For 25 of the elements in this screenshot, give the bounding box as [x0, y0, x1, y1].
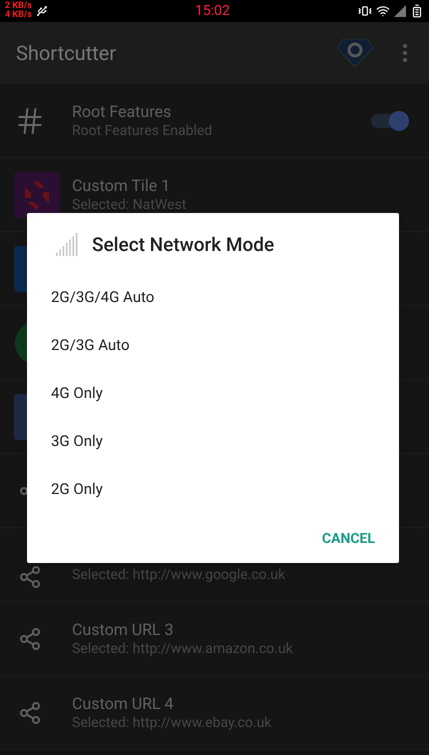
share-icon	[18, 700, 42, 724]
app-title: Shortcutter	[16, 40, 116, 67]
network-option[interactable]: 2G Only	[27, 465, 399, 513]
download-speed: 4 KB/s	[5, 11, 32, 20]
row-title: Custom Tile 1	[72, 176, 172, 196]
row-title: Custom URL 3	[72, 620, 175, 640]
clock: 15:02	[195, 3, 230, 19]
network-option[interactable]: 2G/3G/4G Auto	[27, 273, 399, 321]
toggle-switch[interactable]	[371, 114, 407, 128]
tile-icon	[14, 172, 60, 218]
vibrate-icon	[358, 4, 372, 18]
network-option[interactable]: 4G Only	[27, 369, 399, 417]
network-option[interactable]: 2G/3G Auto	[27, 321, 399, 369]
usb-icon	[36, 5, 48, 17]
dialog-title: Select Network Mode	[92, 232, 274, 258]
signal-icon	[54, 232, 80, 258]
share-icon	[18, 626, 42, 650]
row-title: Custom URL 4	[72, 694, 175, 714]
share-icon	[18, 564, 42, 588]
network-option[interactable]: 3G Only	[27, 417, 399, 465]
row-title: Root Features	[72, 102, 172, 122]
signal-icon	[394, 5, 406, 17]
upload-speed: 2 KB/s	[5, 2, 32, 11]
wifi-icon	[376, 4, 390, 18]
battery-icon	[410, 4, 424, 18]
